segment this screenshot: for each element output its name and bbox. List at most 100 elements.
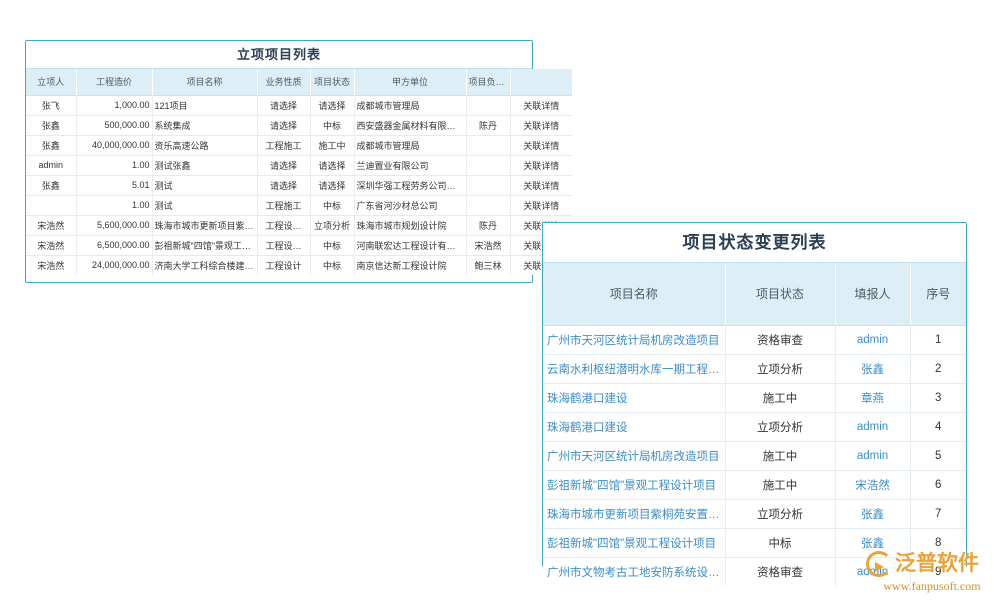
col-client[interactable]: 甲方单位 xyxy=(354,69,466,95)
cell-nature: 请选择 xyxy=(257,155,310,175)
cell-client: 深圳华强工程劳务公司班组 xyxy=(354,175,466,195)
cell-project-status: 资格审查 xyxy=(725,325,835,354)
cell-project-name[interactable]: 测试 xyxy=(152,195,257,215)
col-cost[interactable]: 工程造价 xyxy=(76,69,152,95)
link-detail[interactable]: 关联详情 xyxy=(510,175,572,195)
project-initiation-table: 立项人 工程造价 项目名称 业务性质 项目状态 甲方单位 项目负责人 张飞1,0… xyxy=(26,69,572,275)
cell-project-name[interactable]: 彭祖新城"四馆"景观工程… xyxy=(152,235,257,255)
link-detail[interactable]: 关联详情 xyxy=(510,115,572,135)
cell-applicant: 宋浩然 xyxy=(26,255,76,275)
cell-project-name[interactable]: 资乐高速公路 xyxy=(152,135,257,155)
cell-project-name[interactable]: 测试 xyxy=(152,175,257,195)
cell-nature: 工程设… xyxy=(257,235,310,255)
cell-reporter: admin xyxy=(835,557,910,586)
screen-root: 立项项目列表 立项人 工程造价 项目名称 业务性质 项目状态 甲方 xyxy=(0,0,1000,600)
cell-manager: 陈丹 xyxy=(466,115,510,135)
link-detail[interactable]: 关联详情 xyxy=(510,95,572,115)
col-project-name[interactable]: 项目名称 xyxy=(152,69,257,95)
cell-cost: 5,600,000.00 xyxy=(76,215,152,235)
cell-status: 请选择 xyxy=(310,175,354,195)
cell-reporter: admin xyxy=(835,412,910,441)
table-row: 宋浩然24,000,000.00济南大学工科综合楼建设…工程设计中标南京信达新工… xyxy=(26,255,572,275)
cell-nature: 请选择 xyxy=(257,115,310,135)
table-row: 珠海鹤港口建设施工中章燕3 xyxy=(543,383,966,412)
cell-applicant: 张鑫 xyxy=(26,135,76,155)
cell-sequence: 7 xyxy=(910,499,966,528)
cell-client: 河南联宏达工程设计有限公司 xyxy=(354,235,466,255)
cell-nature: 请选择 xyxy=(257,95,310,115)
cell-project-name[interactable]: 济南大学工科综合楼建设… xyxy=(152,255,257,275)
cell-status: 请选择 xyxy=(310,155,354,175)
cell-nature: 工程施工 xyxy=(257,195,310,215)
cell-project-name[interactable]: 广州市天河区统计局机房改造项目 xyxy=(543,325,725,354)
cell-project-name[interactable]: 云南水利枢纽潜明水库一期工程施… xyxy=(543,354,725,383)
cell-cost: 1.00 xyxy=(76,195,152,215)
cell-applicant: 宋浩然 xyxy=(26,235,76,255)
cell-sequence: 9 xyxy=(910,557,966,586)
cell-cost: 1.00 xyxy=(76,155,152,175)
cell-project-name[interactable]: 彭祖新城"四馆"景观工程设计项目 xyxy=(543,528,725,557)
cell-project-name[interactable]: 珠海市城市更新项目紫桐苑安置点… xyxy=(543,499,725,528)
table-row: 广州市天河区统计局机房改造项目资格审查admin1 xyxy=(543,325,966,354)
cell-project-name[interactable]: 测试张鑫 xyxy=(152,155,257,175)
cell-cost: 40,000,000.00 xyxy=(76,135,152,155)
cell-sequence: 1 xyxy=(910,325,966,354)
table-row: 珠海市城市更新项目紫桐苑安置点…立项分析张鑫7 xyxy=(543,499,966,528)
cell-manager: 陈丹 xyxy=(466,215,510,235)
cell-status: 请选择 xyxy=(310,95,354,115)
col-reporter[interactable]: 填报人 xyxy=(835,263,910,325)
col-status[interactable]: 项目状态 xyxy=(310,69,354,95)
table-row: 广州市天河区统计局机房改造项目施工中admin5 xyxy=(543,441,966,470)
cell-project-status: 施工中 xyxy=(725,470,835,499)
cell-client: 兰迪置业有限公司 xyxy=(354,155,466,175)
cell-client: 成都城市管理局 xyxy=(354,95,466,115)
status-change-body: 广州市天河区统计局机房改造项目资格审查admin1云南水利枢纽潜明水库一期工程施… xyxy=(543,325,966,586)
table-row: 张鑫500,000.00系统集成请选择中标西安盛器金属材料有限公司陈丹关联详情 xyxy=(26,115,572,135)
col-applicant[interactable]: 立项人 xyxy=(26,69,76,95)
cell-project-name[interactable]: 广州市文物考古工地安防系统设备… xyxy=(543,557,725,586)
link-detail[interactable]: 关联详情 xyxy=(510,135,572,155)
cell-project-name[interactable]: 彭祖新城"四馆"景观工程设计项目 xyxy=(543,470,725,499)
table-row: 彭祖新城"四馆"景观工程设计项目中标张鑫8 xyxy=(543,528,966,557)
cell-manager xyxy=(466,135,510,155)
cell-project-name[interactable]: 珠海市城市更新项目紫桐… xyxy=(152,215,257,235)
cell-project-name[interactable]: 系统集成 xyxy=(152,115,257,135)
cell-cost: 6,500,000.00 xyxy=(76,235,152,255)
table-row: 彭祖新城"四馆"景观工程设计项目施工中宋浩然6 xyxy=(543,470,966,499)
col-project-status[interactable]: 项目状态 xyxy=(725,263,835,325)
col-sequence[interactable]: 序号 xyxy=(910,263,966,325)
cell-cost: 24,000,000.00 xyxy=(76,255,152,275)
cell-client: 珠海市城市规划设计院 xyxy=(354,215,466,235)
cell-status: 中标 xyxy=(310,195,354,215)
cell-reporter: 章燕 xyxy=(835,383,910,412)
table-row: 宋浩然6,500,000.00彭祖新城"四馆"景观工程…工程设…中标河南联宏达工… xyxy=(26,235,572,255)
cell-sequence: 2 xyxy=(910,354,966,383)
cell-applicant: admin xyxy=(26,155,76,175)
status-change-panel: 项目状态变更列表 项目名称 项目状态 填报人 序号 广州市天河区统计局机房改造项… xyxy=(542,222,967,567)
cell-project-name[interactable]: 珠海鹤港口建设 xyxy=(543,412,725,441)
link-detail[interactable]: 关联详情 xyxy=(510,195,572,215)
cell-sequence: 4 xyxy=(910,412,966,441)
table-row: 张鑫40,000,000.00资乐高速公路工程施工施工中成都城市管理局关联详情 xyxy=(26,135,572,155)
cell-client: 广东省河沙材总公司 xyxy=(354,195,466,215)
cell-sequence: 5 xyxy=(910,441,966,470)
cell-applicant xyxy=(26,195,76,215)
cell-nature: 工程设… xyxy=(257,215,310,235)
link-detail[interactable]: 关联详情 xyxy=(510,155,572,175)
col-project-name[interactable]: 项目名称 xyxy=(543,263,725,325)
col-nature[interactable]: 业务性质 xyxy=(257,69,310,95)
table-row: admin1.00测试张鑫请选择请选择兰迪置业有限公司关联详情 xyxy=(26,155,572,175)
cell-status: 中标 xyxy=(310,235,354,255)
table-row: 云南水利枢纽潜明水库一期工程施…立项分析张鑫2 xyxy=(543,354,966,383)
cell-project-name[interactable]: 广州市天河区统计局机房改造项目 xyxy=(543,441,725,470)
table-row: 张鑫5.01测试请选择请选择深圳华强工程劳务公司班组关联详情 xyxy=(26,175,572,195)
cell-status: 中标 xyxy=(310,115,354,135)
table-header-row: 立项人 工程造价 项目名称 业务性质 项目状态 甲方单位 项目负责人 xyxy=(26,69,572,95)
col-manager[interactable]: 项目负责人 xyxy=(466,69,510,95)
cell-cost: 1,000.00 xyxy=(76,95,152,115)
panel-b-title: 项目状态变更列表 xyxy=(543,223,966,263)
cell-client: 南京信达新工程设计院 xyxy=(354,255,466,275)
cell-project-name[interactable]: 珠海鹤港口建设 xyxy=(543,383,725,412)
cell-project-name[interactable]: 121项目 xyxy=(152,95,257,115)
table-row: 1.00测试工程施工中标广东省河沙材总公司 关联详情 xyxy=(26,195,572,215)
